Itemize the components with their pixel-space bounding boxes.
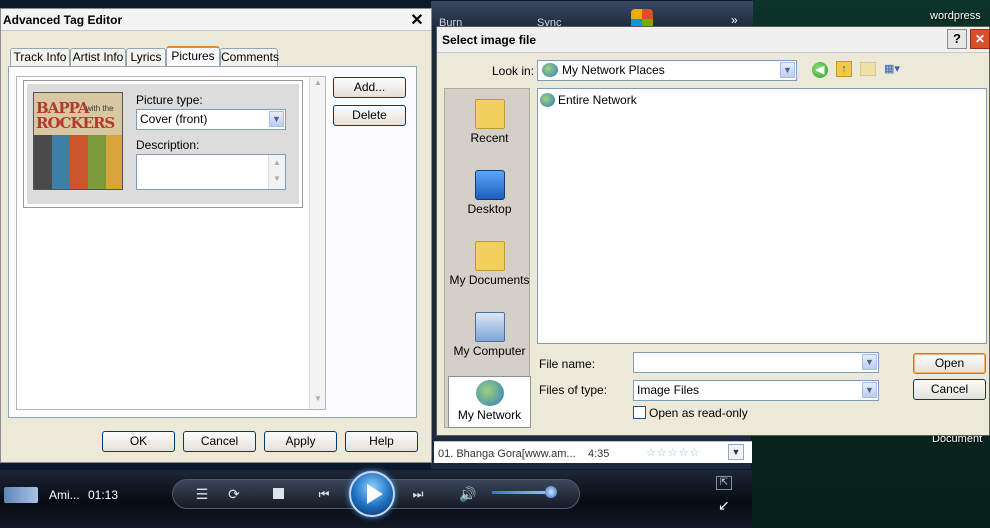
up-folder-icon[interactable]: ↑	[836, 61, 852, 77]
desktop-icon-label[interactable]: wordpress	[930, 10, 981, 22]
minimize-player-icon[interactable]: ↙	[718, 497, 730, 514]
playlist-track-duration: 4:35	[588, 448, 610, 460]
description-label: Description:	[136, 138, 200, 152]
cover-art-strip	[88, 135, 106, 189]
places-recent[interactable]: Recent	[448, 95, 531, 163]
look-in-label: Look in:	[492, 64, 535, 78]
tag-editor-title: Advanced Tag Editor	[3, 13, 123, 27]
next-icon[interactable]: ⏭	[404, 484, 432, 504]
places-label: My Computer	[453, 344, 526, 358]
elapsed-time: 01:13	[88, 488, 119, 502]
new-folder-icon[interactable]	[860, 62, 876, 76]
switch-view-icon[interactable]: ⇱	[716, 476, 732, 490]
apply-button[interactable]: Apply	[264, 431, 337, 452]
rating-stars-icon[interactable]: ☆☆☆☆☆	[646, 446, 700, 459]
help-button[interactable]: Help	[345, 431, 418, 452]
back-icon[interactable]: ◀	[812, 62, 828, 78]
now-playing-title: Ami...	[49, 488, 80, 502]
scroll-up-icon[interactable]: ▲	[311, 78, 325, 91]
delete-picture-button[interactable]: Delete	[333, 105, 406, 126]
chevron-down-icon[interactable]: ▼	[269, 111, 284, 127]
tab-track-info[interactable]: Track Info	[10, 48, 70, 66]
cover-art-strip	[70, 135, 88, 189]
desktop-icon	[474, 170, 505, 200]
volume-slider-knob[interactable]	[545, 486, 557, 498]
places-my-computer[interactable]: My Computer	[448, 308, 531, 376]
documents-folder-icon	[474, 241, 505, 271]
album-art-thumb-icon[interactable]	[4, 487, 38, 503]
views-menu-icon[interactable]: ▦▾	[884, 62, 906, 77]
cancel-button[interactable]: Cancel	[183, 431, 256, 452]
places-bar: Recent Desktop My Documents My Computer …	[444, 88, 531, 428]
look-in-select[interactable]: My Network Places ▼	[537, 60, 797, 81]
close-icon[interactable]: ✕	[970, 29, 990, 49]
picture-type-label: Picture type:	[136, 93, 203, 107]
read-only-label: Open as read-only	[649, 406, 748, 420]
places-label: My Network	[457, 408, 522, 422]
file-dialog-titlebar[interactable]: Select image file	[437, 27, 989, 53]
shuffle-icon[interactable]: ☰	[192, 484, 212, 504]
play-button[interactable]	[349, 471, 395, 517]
chevron-down-icon[interactable]: ▼	[862, 382, 877, 398]
files-of-type-value: Image Files	[637, 383, 700, 397]
places-label: Recent	[470, 131, 509, 145]
chevron-down-icon[interactable]: ▼	[780, 62, 795, 78]
tag-editor-titlebar[interactable]: Advanced Tag Editor	[1, 9, 431, 31]
cover-art-text: with the	[86, 104, 114, 113]
file-name-input[interactable]: ▼	[633, 352, 879, 373]
look-in-value: My Network Places	[562, 63, 665, 77]
cover-art-strip	[34, 135, 52, 189]
tab-lyrics[interactable]: Lyrics	[126, 48, 166, 66]
open-button[interactable]: Open	[913, 353, 986, 374]
network-icon	[475, 380, 504, 406]
cover-art-image: BAPPA with the ROCKERS	[33, 92, 123, 190]
file-list: Entire Network	[537, 88, 987, 344]
files-of-type-select[interactable]: Image Files ▼	[633, 380, 879, 401]
playlist-track-title: 01. Bhanga Gora[www.am...	[438, 448, 576, 460]
places-label: Desktop	[467, 202, 512, 216]
scroll-up-icon[interactable]: ▲	[269, 155, 285, 171]
speaker-icon[interactable]: 🔊	[458, 484, 478, 504]
network-places-icon	[542, 63, 558, 77]
file-dialog-title: Select image file	[442, 33, 537, 47]
picture-type-value: Cover (front)	[140, 112, 208, 126]
tab-comments[interactable]: Comments	[220, 48, 279, 66]
chevron-down-icon[interactable]: ▼	[862, 354, 877, 370]
places-my-documents[interactable]: My Documents	[448, 237, 531, 305]
dialog-cancel-button[interactable]: Cancel	[913, 379, 986, 400]
entire-network-icon	[540, 93, 555, 107]
cover-art-strip	[52, 135, 70, 189]
scroll-down-icon[interactable]: ▼	[311, 394, 325, 407]
description-input[interactable]	[136, 154, 286, 190]
description-scrollbar[interactable]: ▲ ▼	[268, 155, 285, 189]
repeat-icon[interactable]: ⟳	[224, 484, 244, 504]
tab-artist-info[interactable]: Artist Info	[70, 48, 126, 66]
places-my-network[interactable]: My Network	[448, 376, 531, 428]
files-of-type-label: Files of type:	[539, 383, 608, 397]
picture-type-select[interactable]: Cover (front) ▼	[136, 109, 286, 130]
file-list-item[interactable]: Entire Network	[540, 92, 637, 110]
close-icon[interactable]: ✕	[407, 11, 427, 31]
add-picture-button[interactable]: Add...	[333, 77, 406, 98]
cover-art-text: ROCKERS	[36, 114, 115, 132]
places-label: My Documents	[449, 273, 530, 287]
computer-icon	[474, 312, 505, 342]
read-only-checkbox[interactable]	[633, 406, 646, 419]
file-name: Entire Network	[558, 93, 637, 107]
playlist-row[interactable]: 01. Bhanga Gora[www.am... 4:35 ☆☆☆☆☆ ▼	[434, 441, 752, 463]
places-desktop[interactable]: Desktop	[448, 166, 531, 234]
scroll-down-icon[interactable]: ▼	[269, 171, 285, 187]
previous-icon[interactable]: ⏮	[310, 484, 338, 504]
file-name-label: File name:	[539, 357, 596, 371]
tab-pictures[interactable]: Pictures	[166, 46, 220, 67]
ok-button[interactable]: OK	[102, 431, 175, 452]
recent-folder-icon	[474, 99, 505, 129]
help-icon[interactable]: ?	[947, 29, 967, 49]
expand-chevron-icon[interactable]: »	[731, 13, 738, 27]
stop-icon[interactable]	[273, 488, 284, 499]
cover-art-strip	[106, 135, 122, 189]
chevron-down-icon[interactable]: ▼	[728, 444, 744, 460]
volume-slider[interactable]	[492, 491, 552, 494]
pictures-list-scrollbar[interactable]: ▲ ▼	[309, 77, 325, 409]
